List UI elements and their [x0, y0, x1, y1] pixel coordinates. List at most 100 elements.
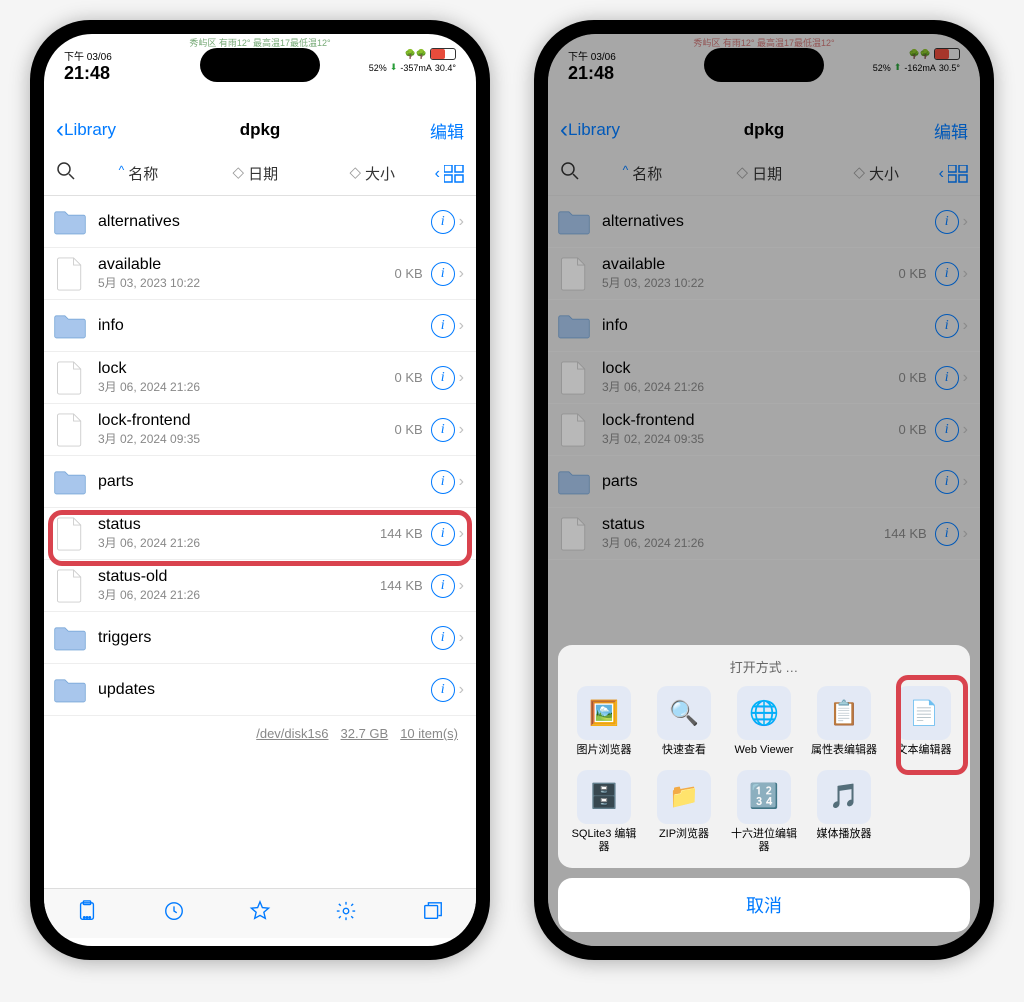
folder-icon	[52, 620, 88, 656]
file-row-status[interactable]: status3月 06, 2024 21:26144 KBi›	[44, 508, 476, 560]
info-button[interactable]: i	[431, 210, 455, 234]
open-with-option[interactable]: 🌐Web Viewer	[728, 686, 800, 757]
file-size: 0 KB	[394, 370, 422, 385]
open-with-sheet: 打开方式 … 🖼️ 图片浏览器 🔍快速查看🌐Web Viewer📋属性表编辑器📄文本…	[558, 645, 970, 932]
app-label: 媒体播放器	[817, 828, 872, 841]
nav-bar: ‹ Library dpkg 编辑	[44, 108, 476, 152]
file-size: 144 KB	[380, 578, 423, 593]
folder-icon	[52, 308, 88, 344]
file-row-lock-frontend[interactable]: lock-frontend3月 02, 2024 09:350 KB i›	[44, 404, 476, 456]
info-button[interactable]: i	[431, 262, 455, 286]
folder-icon	[52, 464, 88, 500]
file-size: 0 KB	[394, 422, 422, 437]
file-size: 0 KB	[394, 266, 422, 281]
chevron-left-icon: ‹	[435, 165, 440, 183]
file-date: 3月 06, 2024 21:26	[98, 586, 380, 603]
search-icon[interactable]	[56, 161, 76, 187]
file-icon	[52, 568, 88, 604]
file-name: status-old	[98, 568, 380, 586]
info-button[interactable]: i	[431, 522, 455, 546]
open-with-option[interactable]: 🖼️ 图片浏览器	[568, 686, 640, 757]
file-date: 3月 02, 2024 09:35	[98, 430, 394, 447]
file-size: 144 KB	[380, 526, 423, 541]
status-date: 下午 03/06	[64, 48, 112, 63]
screen-left: 秀屿区 有雨12° 最高温17最低温12° 下午 03/06 21:48 🌳🌳 …	[44, 34, 476, 946]
app-icon: 🖼️	[577, 686, 631, 740]
app-icon: 🌐	[737, 686, 791, 740]
chevron-right-icon: ›	[459, 577, 464, 595]
info-button[interactable]: i	[431, 314, 455, 338]
file-row-available[interactable]: available5月 03, 2023 10:220 KBi›	[44, 248, 476, 300]
chevron-right-icon: ›	[459, 629, 464, 647]
chevron-right-icon: ›	[459, 473, 464, 491]
open-with-option[interactable]: 📁ZIP浏览器	[648, 770, 720, 854]
chevron-left-icon: ‹	[56, 116, 64, 144]
cancel-button[interactable]: 取消	[558, 878, 970, 932]
file-name: lock-frontend	[98, 412, 394, 430]
back-button[interactable]: ‹ Library	[56, 116, 116, 144]
info-button[interactable]: i	[431, 574, 455, 598]
info-button[interactable]: i	[431, 366, 455, 390]
file-row-status-old[interactable]: status-old3月 06, 2024 21:26144 KB i›	[44, 560, 476, 612]
dynamic-island	[200, 48, 320, 82]
chevron-right-icon: ›	[459, 421, 464, 439]
app-icon: 🎵	[817, 770, 871, 824]
edit-button[interactable]: 编辑	[430, 118, 464, 143]
bottom-toolbar	[44, 888, 476, 938]
app-label: 文本编辑器	[897, 744, 952, 757]
app-icon: 🔢	[737, 770, 791, 824]
info-button[interactable]: i	[431, 418, 455, 442]
info-button[interactable]: i	[431, 626, 455, 650]
sort-date-button[interactable]: ◇日期	[201, 163, 310, 184]
file-row-triggers[interactable]: triggersi›	[44, 612, 476, 664]
star-icon[interactable]	[249, 900, 271, 928]
chevron-right-icon: ›	[459, 213, 464, 231]
windows-icon[interactable]	[422, 900, 444, 928]
file-row-updates[interactable]: updatesi›	[44, 664, 476, 716]
file-row-lock[interactable]: lock3月 06, 2024 21:260 KBi›	[44, 352, 476, 404]
clipboard-icon[interactable]	[76, 900, 98, 928]
status-time: 21:48	[64, 63, 112, 84]
sort-name-button[interactable]: ^名称	[84, 163, 193, 184]
open-with-option[interactable]: 🔍快速查看	[648, 686, 720, 757]
disk-summary[interactable]: /dev/disk1s632.7 GB10 item(s)	[44, 716, 476, 751]
file-icon	[52, 256, 88, 292]
chevron-right-icon: ›	[459, 317, 464, 335]
file-name: updates	[98, 681, 431, 699]
app-label: 快速查看	[662, 744, 706, 757]
file-list: alternativesi›available5月 03, 2023 10:22…	[44, 196, 476, 886]
file-row-parts[interactable]: partsi›	[44, 456, 476, 508]
file-row-alternatives[interactable]: alternativesi›	[44, 196, 476, 248]
temp: 30.4°	[435, 63, 456, 73]
chevron-right-icon: ›	[459, 265, 464, 283]
screen-right: 秀屿区 有雨12° 最高温17最低温12° 下午 03/06 21:48 🌳🌳 …	[548, 34, 980, 946]
open-with-option[interactable]: 📋属性表编辑器	[808, 686, 880, 757]
file-name: triggers	[98, 629, 431, 647]
app-label: ZIP浏览器	[659, 828, 709, 841]
gear-icon[interactable]	[335, 900, 357, 928]
file-icon	[52, 360, 88, 396]
folder-icon	[52, 672, 88, 708]
chevron-right-icon: ›	[459, 681, 464, 699]
file-row-info[interactable]: infoi›	[44, 300, 476, 352]
open-with-option[interactable]: 🎵 媒体播放器	[808, 770, 880, 854]
file-name: parts	[98, 473, 431, 491]
file-icon	[52, 516, 88, 552]
sort-size-button[interactable]: ◇大小	[318, 163, 427, 184]
open-with-option[interactable]: 📄文本编辑器	[888, 686, 960, 757]
dynamic-island	[704, 48, 824, 82]
info-button[interactable]: i	[431, 470, 455, 494]
app-label: 图片浏览器	[577, 744, 632, 757]
app-icon: 🗄️	[577, 770, 631, 824]
clock-icon[interactable]	[163, 900, 185, 928]
sheet-title: 打开方式 …	[568, 653, 960, 686]
open-with-option[interactable]: 🔢十六进位编辑器	[728, 770, 800, 854]
app-label: SQLite3 编辑器	[568, 828, 640, 854]
battery-percent: 52%	[369, 63, 387, 73]
view-toggle[interactable]: ‹	[435, 165, 464, 183]
file-name: alternatives	[98, 213, 431, 231]
open-with-option[interactable]: 🗄️ SQLite3 编辑器	[568, 770, 640, 854]
file-name: lock	[98, 360, 394, 378]
info-button[interactable]: i	[431, 678, 455, 702]
file-name: available	[98, 256, 394, 274]
